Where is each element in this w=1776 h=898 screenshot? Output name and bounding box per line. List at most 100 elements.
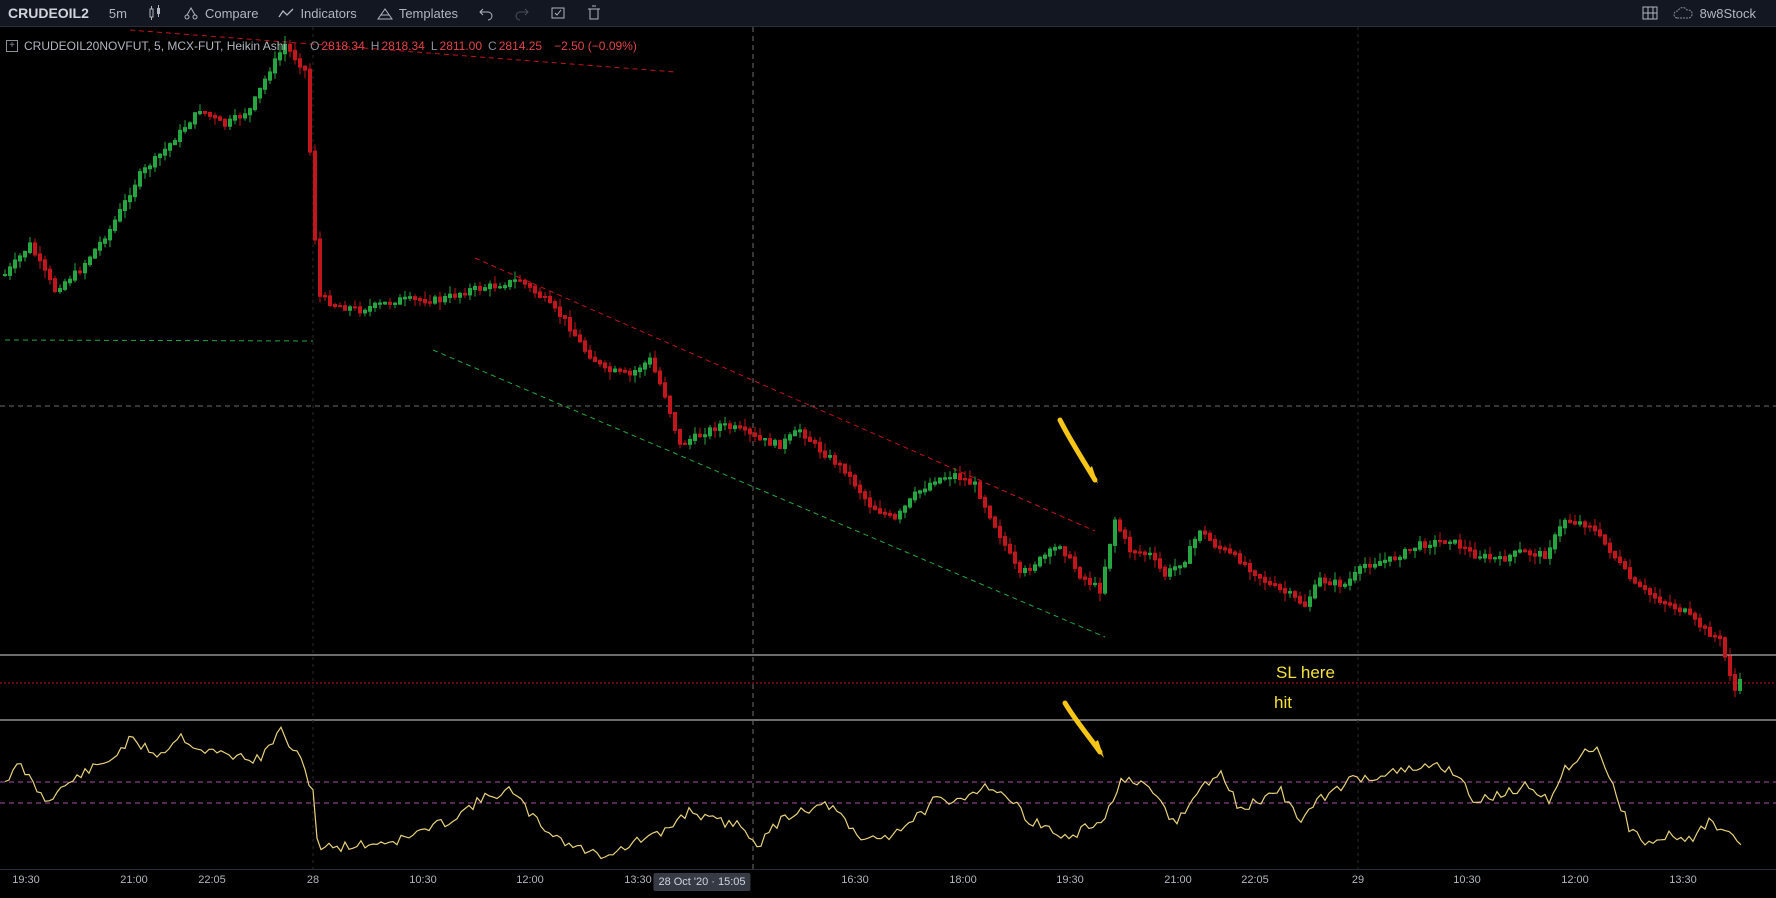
candle-body xyxy=(1233,551,1237,556)
candle-body xyxy=(88,256,92,265)
candle-body xyxy=(1318,577,1322,587)
chart-svg[interactable] xyxy=(0,27,1776,897)
candle-body xyxy=(1313,584,1317,599)
templates-button[interactable]: Templates xyxy=(367,0,468,26)
candle-body xyxy=(1243,561,1247,566)
chart-area[interactable] xyxy=(0,27,1776,897)
candle-body xyxy=(653,357,657,373)
note-hit[interactable]: hit xyxy=(1274,693,1292,713)
candle-body xyxy=(68,278,72,284)
candle-body xyxy=(1378,561,1382,566)
candle-body xyxy=(383,301,387,305)
candle-body xyxy=(1118,519,1122,532)
candle-body xyxy=(263,78,267,90)
candle-body xyxy=(1558,526,1562,537)
candles-icon xyxy=(149,5,160,20)
candle-body xyxy=(1363,563,1367,569)
candle-body xyxy=(648,357,652,365)
templates-icon xyxy=(376,8,393,20)
chart-type-button[interactable] xyxy=(137,0,173,26)
candle-body xyxy=(1523,549,1527,553)
candle-body xyxy=(1723,637,1727,658)
candle-body xyxy=(1373,563,1377,568)
candle-body xyxy=(658,370,662,385)
candle-body xyxy=(978,481,982,499)
candle-body xyxy=(778,439,782,449)
candle-body xyxy=(798,429,802,433)
candle-body xyxy=(393,302,397,305)
redo-button[interactable] xyxy=(504,0,540,26)
support-line-left[interactable] xyxy=(4,339,314,342)
candle-body xyxy=(1388,556,1392,562)
candle-body xyxy=(448,293,452,298)
undo-icon xyxy=(479,8,493,21)
candle-body xyxy=(518,279,522,282)
candle-body xyxy=(1308,596,1312,607)
candle-body xyxy=(763,438,767,441)
candle-body xyxy=(1253,570,1257,576)
redo-icon xyxy=(515,8,529,21)
trash-icon xyxy=(588,5,601,20)
candle-body xyxy=(1668,602,1672,606)
candle-body xyxy=(1238,553,1242,564)
candle-body xyxy=(473,285,477,291)
candle-body xyxy=(1303,601,1307,607)
candle-body xyxy=(868,497,872,508)
candle-body xyxy=(1358,566,1362,574)
indicators-button[interactable]: Indicators xyxy=(268,0,366,26)
account-label: 8w8Stock xyxy=(1699,5,1756,21)
trendline-resistance[interactable] xyxy=(474,257,1096,532)
indicators-icon xyxy=(278,8,294,18)
candle-body xyxy=(898,510,902,520)
undo-button[interactable] xyxy=(468,0,504,26)
candle-body xyxy=(1623,561,1627,570)
candle-body xyxy=(568,317,572,332)
account-button[interactable]: 8w8Stock xyxy=(1672,0,1756,26)
candle-body xyxy=(1088,577,1092,586)
candle-body xyxy=(968,478,972,485)
candle-body xyxy=(783,438,787,449)
candle-body xyxy=(38,253,42,262)
candle-body xyxy=(1353,571,1357,581)
time-axis[interactable] xyxy=(0,869,1776,898)
candle-body xyxy=(1413,547,1417,552)
delete-button[interactable] xyxy=(576,0,612,26)
snapshot-button[interactable] xyxy=(540,0,576,26)
candle-body xyxy=(1323,577,1327,584)
candle-body xyxy=(1328,581,1332,586)
candle-body xyxy=(1263,576,1267,583)
candle-body xyxy=(1048,548,1052,557)
interval-button[interactable]: 5m xyxy=(99,0,137,26)
layout-grid-icon[interactable] xyxy=(1642,5,1658,21)
candle-body xyxy=(58,287,62,293)
candle-body xyxy=(833,455,837,465)
candle-body xyxy=(508,279,512,288)
candle-body xyxy=(1498,556,1502,560)
candle-body xyxy=(1228,548,1232,554)
candle-body xyxy=(823,450,827,458)
symbol-button[interactable]: CRUDEOIL2 xyxy=(0,0,99,26)
candle-body xyxy=(1428,544,1432,549)
candle-body xyxy=(1178,565,1182,569)
candle-body xyxy=(808,436,812,442)
candle-body xyxy=(983,496,987,508)
candle-body xyxy=(1643,585,1647,591)
candle-body xyxy=(133,184,137,198)
candle-body xyxy=(1573,520,1577,525)
low-key: L xyxy=(430,39,438,53)
collapse-legend-icon[interactable]: + xyxy=(6,40,18,52)
close-value: 2814.25 xyxy=(498,39,543,53)
candle-body xyxy=(1488,553,1492,560)
compare-button[interactable]: Compare xyxy=(173,0,268,26)
candle-body xyxy=(623,369,627,373)
close-key: C xyxy=(488,39,497,53)
candle-body xyxy=(1553,534,1557,550)
candle-body xyxy=(1073,556,1077,569)
note-sl-here[interactable]: SL here xyxy=(1276,663,1335,683)
candle-body xyxy=(1283,588,1287,594)
trendline-support[interactable] xyxy=(432,349,1106,638)
legend-title[interactable]: CRUDEOIL20NOVFUT, 5, MCX-FUT, Heikin Ash… xyxy=(24,39,286,53)
candle-body xyxy=(178,129,182,142)
candle-body xyxy=(1493,557,1497,560)
candle-body xyxy=(388,301,392,305)
